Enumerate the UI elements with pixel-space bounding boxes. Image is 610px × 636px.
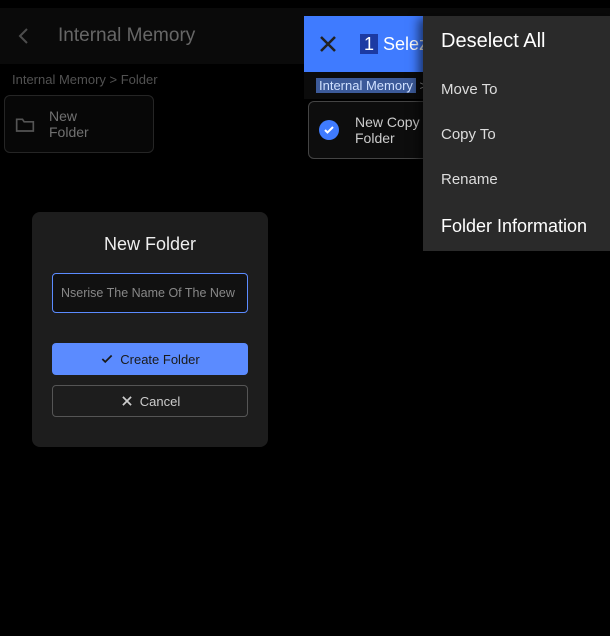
app-title: Internal Memory xyxy=(58,25,195,47)
context-menu: Deselect All Move To Copy To Rename Fold… xyxy=(423,16,610,251)
menu-copy-to[interactable]: Copy To xyxy=(423,112,610,157)
back-icon[interactable] xyxy=(12,24,36,48)
folder-item[interactable]: NewFolder xyxy=(4,95,154,153)
menu-folder-info[interactable]: Folder Information xyxy=(423,202,610,251)
folder-name-input[interactable] xyxy=(52,273,248,313)
folder-icon xyxy=(15,116,35,132)
folder-label: NewFolder xyxy=(49,108,89,140)
create-label: Create Folder xyxy=(120,352,199,367)
cancel-label: Cancel xyxy=(140,394,180,409)
new-folder-dialog: New Folder Create Folder Cancel xyxy=(32,212,268,447)
menu-move-to[interactable]: Move To xyxy=(423,67,610,112)
create-folder-button[interactable]: Create Folder xyxy=(52,343,248,375)
menu-rename[interactable]: Rename xyxy=(423,157,610,202)
dialog-title: New Folder xyxy=(52,234,248,255)
menu-deselect-all[interactable]: Deselect All xyxy=(423,16,610,67)
check-icon xyxy=(319,120,339,140)
cancel-button[interactable]: Cancel xyxy=(52,385,248,417)
close-icon[interactable] xyxy=(316,32,340,56)
